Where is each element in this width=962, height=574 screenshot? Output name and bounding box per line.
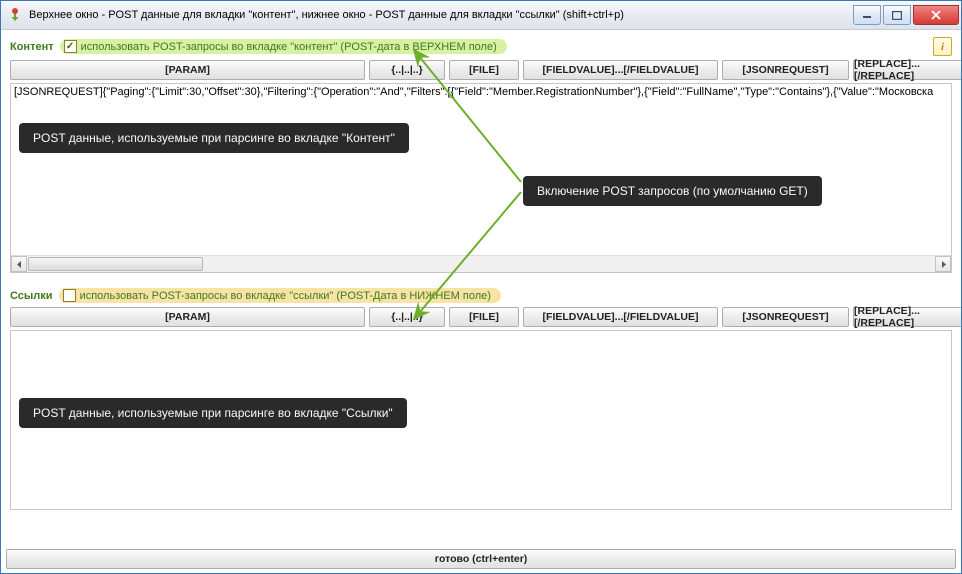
callout-links-desc: POST данные, используемые при парсинге в… [19, 398, 407, 428]
close-button[interactable] [913, 5, 959, 25]
app-window: Верхнее окно - POST данные для вкладки "… [0, 0, 962, 574]
content-hscrollbar[interactable] [11, 255, 951, 272]
jsonrequest-button[interactable]: [JSONREQUEST] [722, 60, 849, 80]
file-button[interactable]: [FILE] [449, 307, 519, 327]
app-icon [7, 7, 23, 23]
titlebar[interactable]: Верхнее окно - POST данные для вкладки "… [1, 1, 961, 30]
scroll-right-button[interactable] [935, 256, 951, 272]
done-button[interactable]: готово (ctrl+enter) [6, 549, 956, 569]
scroll-thumb[interactable] [28, 257, 203, 271]
links-post-option: использовать POST-запросы во вкладке "сс… [59, 288, 501, 303]
fieldvalue-button[interactable]: [FIELDVALUE]...[/FIELDVALUE] [523, 60, 718, 80]
content-toolbar: [PARAM] {..|..|..} [FILE] [FIELDVALUE]..… [6, 60, 956, 83]
footer: готово (ctrl+enter) [6, 549, 956, 569]
param-button[interactable]: [PARAM] [10, 307, 365, 327]
callout-content-desc: POST данные, используемые при парсинге в… [19, 123, 409, 153]
content-post-checkbox[interactable] [64, 40, 77, 53]
replace-button[interactable]: [REPLACE]...[/REPLACE] [853, 307, 962, 327]
content-panel-title: Контент [10, 41, 54, 53]
links-panel-title: Ссылки [10, 290, 53, 302]
links-post-checkbox[interactable] [63, 289, 76, 302]
maximize-button[interactable] [883, 5, 911, 25]
links-panel-header: Ссылки использовать POST-запросы во вкла… [6, 285, 956, 307]
param-button[interactable]: [PARAM] [10, 60, 365, 80]
minimize-button[interactable] [853, 5, 881, 25]
file-button[interactable]: [FILE] [449, 60, 519, 80]
scroll-track[interactable] [27, 256, 935, 272]
window-title: Верхнее окно - POST данные для вкладки "… [29, 9, 624, 21]
content-editor-text: [JSONREQUEST]{"Paging":{"Limit":30,"Offs… [14, 86, 941, 98]
content-post-option: использовать POST-запросы во вкладке "ко… [60, 39, 507, 54]
jsonrequest-button[interactable]: [JSONREQUEST] [722, 307, 849, 327]
brace-button[interactable]: {..|..|..} [369, 307, 445, 327]
content-post-label: использовать POST-запросы во вкладке "ко… [81, 41, 497, 53]
callout-enable-post: Включение POST запросов (по умолчанию GE… [523, 176, 822, 206]
info-button[interactable]: i [933, 37, 952, 56]
links-toolbar: [PARAM] {..|..|..} [FILE] [FIELDVALUE]..… [6, 307, 956, 330]
fieldvalue-button[interactable]: [FIELDVALUE]...[/FIELDVALUE] [523, 307, 718, 327]
replace-button[interactable]: [REPLACE]...[/REPLACE] [853, 60, 962, 80]
scroll-left-button[interactable] [11, 256, 27, 272]
links-post-label: использовать POST-запросы во вкладке "сс… [80, 290, 491, 302]
content-panel-header: Контент использовать POST-запросы во вкл… [6, 34, 956, 60]
brace-button[interactable]: {..|..|..} [369, 60, 445, 80]
